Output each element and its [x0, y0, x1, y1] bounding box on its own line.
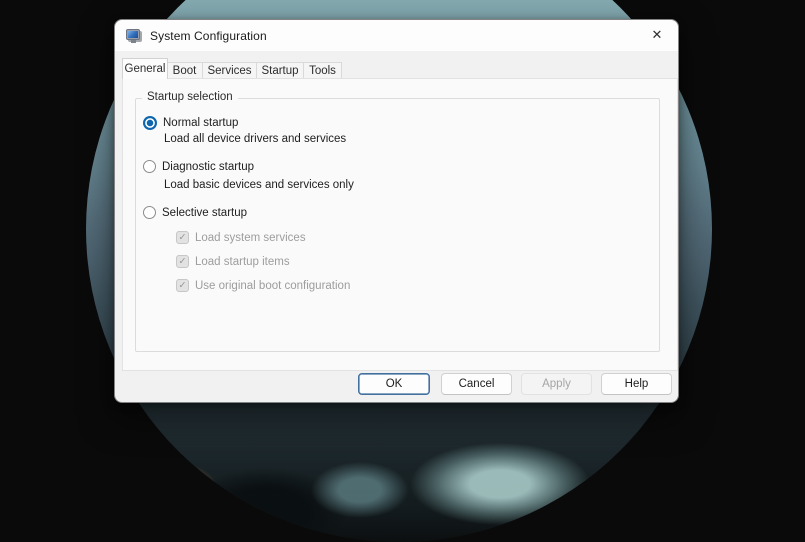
- title-bar[interactable]: System Configuration ✕: [115, 20, 678, 51]
- window-title: System Configuration: [150, 29, 267, 43]
- msconfig-app-icon: [126, 29, 142, 43]
- radio-normal-startup[interactable]: Normal startup: [143, 116, 238, 130]
- radio-label: Diagnostic startup: [162, 161, 254, 173]
- ok-button[interactable]: OK: [358, 373, 430, 395]
- tab-tools[interactable]: Tools: [304, 62, 342, 79]
- wallpaper-rocks: [86, 392, 712, 542]
- radio-diagnostic-startup[interactable]: Diagnostic startup: [143, 160, 254, 173]
- checkbox-load-startup-items: ✓ Load startup items: [176, 255, 290, 268]
- tab-services[interactable]: Services: [203, 62, 257, 79]
- checkbox-checked-icon: ✓: [176, 279, 189, 292]
- checkbox-load-system-services: ✓ Load system services: [176, 231, 306, 244]
- radio-description: Load basic devices and services only: [164, 179, 354, 191]
- radio-selective-startup[interactable]: Selective startup: [143, 206, 247, 219]
- apply-button: Apply: [521, 373, 592, 395]
- tab-general[interactable]: General: [122, 58, 168, 79]
- radio-button-icon[interactable]: [143, 116, 157, 130]
- checkbox-use-original-boot-configuration: ✓ Use original boot configuration: [176, 279, 350, 292]
- radio-button-icon[interactable]: [143, 206, 156, 219]
- checkbox-label: Load system services: [195, 232, 306, 244]
- group-title: Startup selection: [142, 91, 238, 103]
- checkbox-label: Load startup items: [195, 256, 290, 268]
- help-button[interactable]: Help: [601, 373, 672, 395]
- radio-label: Selective startup: [162, 207, 247, 219]
- close-icon[interactable]: ✕: [643, 23, 671, 48]
- system-configuration-dialog: System Configuration ✕ General Boot Serv…: [114, 19, 679, 403]
- radio-description: Load all device drivers and services: [164, 133, 346, 145]
- startup-selection-group: Startup selection Normal startup Load al…: [135, 98, 660, 352]
- tab-startup[interactable]: Startup: [257, 62, 304, 79]
- checkbox-checked-icon: ✓: [176, 255, 189, 268]
- tab-boot[interactable]: Boot: [167, 62, 203, 79]
- cancel-button[interactable]: Cancel: [441, 373, 512, 395]
- checkbox-label: Use original boot configuration: [195, 280, 350, 292]
- radio-label: Normal startup: [163, 117, 238, 129]
- general-tab-page: Startup selection Normal startup Load al…: [122, 78, 678, 371]
- tab-strip: General Boot Services Startup Tools: [122, 58, 342, 79]
- radio-button-icon[interactable]: [143, 160, 156, 173]
- checkbox-checked-icon: ✓: [176, 231, 189, 244]
